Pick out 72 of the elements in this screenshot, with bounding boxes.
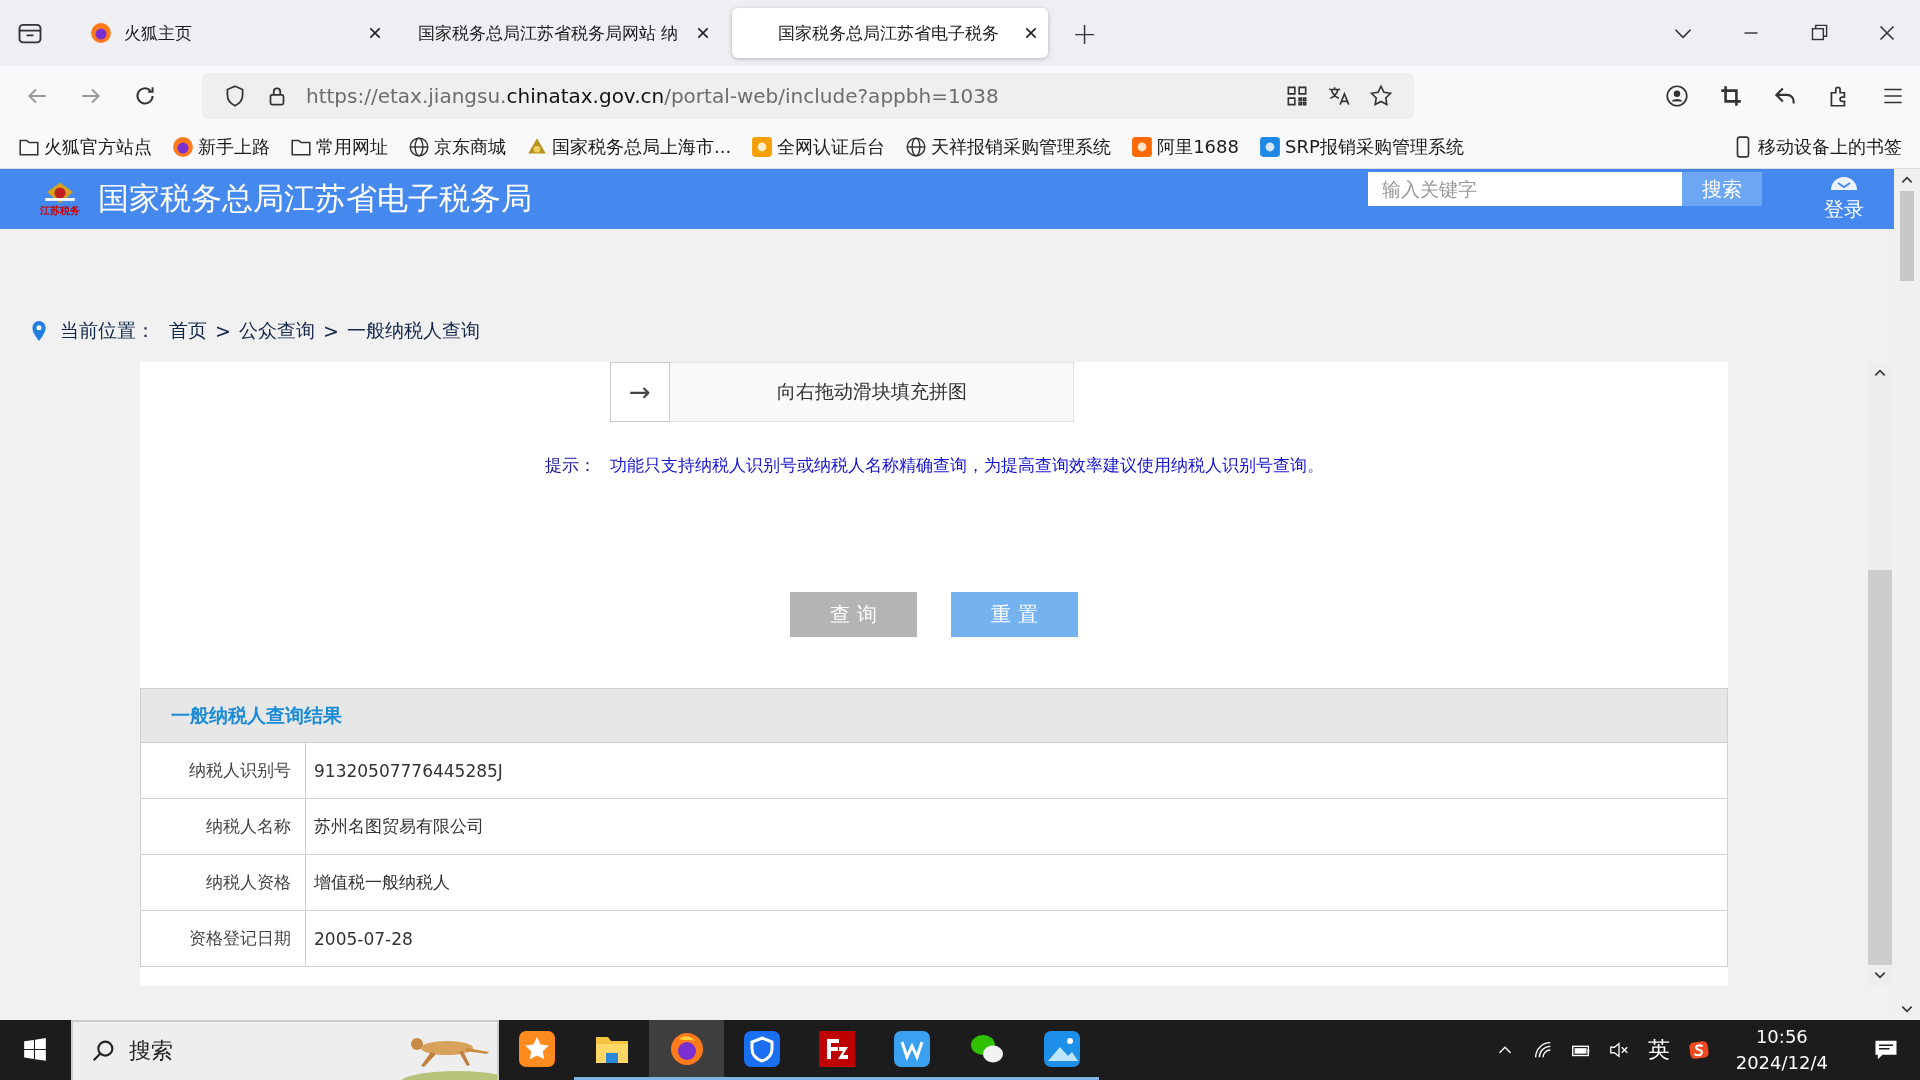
bookmark-item[interactable]: 阿里1688 xyxy=(1131,135,1239,159)
shield-icon xyxy=(743,1030,780,1067)
account-icon[interactable] xyxy=(1664,83,1690,109)
hint-text: 功能只支持纳税人识别号或纳税人名称精确查询，为提高查询效率建议使用纳税人识别号查询。 xyxy=(609,454,1324,477)
results-title: 一般纳税人查询结果 xyxy=(171,702,342,728)
table-cell: 纳税人识别号 xyxy=(141,743,306,798)
star-icon[interactable] xyxy=(1368,83,1394,109)
breadcrumb-separator: > xyxy=(215,320,231,342)
globe-icon xyxy=(905,136,928,158)
table-cell-text: 增值税一般纳税人 xyxy=(313,871,450,894)
bookmark-item[interactable]: 火狐官方站点 xyxy=(18,135,152,159)
bookmark-item[interactable]: 移动设备上的书签 xyxy=(1732,135,1902,159)
bookmark-item[interactable]: 新手上路 xyxy=(172,135,270,159)
breadcrumb-link[interactable]: 首页 xyxy=(169,318,207,344)
tab-title: 国家税务总局江苏省税务局网站 纳 xyxy=(418,21,680,45)
site-title: 国家税务总局江苏省电子税务局 xyxy=(98,179,532,218)
app-tile-icon xyxy=(1259,136,1281,158)
muted-speaker-icon[interactable] xyxy=(1607,1039,1630,1061)
url-text: https://etax.jiangsu.chinatax.gov.cn/portal-web/include?appbh=1038 xyxy=(306,84,999,108)
tab-title: 火狐主页 xyxy=(124,21,193,45)
search-placeholder: 搜索 xyxy=(129,1037,173,1065)
table-cell-text: 2005-07-28 xyxy=(313,927,413,951)
new-tab-button[interactable]: + xyxy=(1072,15,1098,51)
clock-date[interactable]: 2024/12/4 xyxy=(1735,1050,1828,1076)
filezilla-icon xyxy=(818,1030,855,1067)
address-bar[interactable]: https://etax.jiangsu.chinatax.gov.cn/portal-web/include?appbh=1038 xyxy=(202,73,1414,119)
bookmark-item[interactable]: 天祥报销采购管理系统 xyxy=(905,135,1112,159)
table-cell: 资格登记日期 xyxy=(141,911,306,966)
photos-icon xyxy=(1043,1030,1080,1067)
clock-time[interactable]: 10:56 xyxy=(1755,1024,1808,1050)
bookmark-item[interactable]: 国家税务总局上海市... xyxy=(526,135,732,159)
breadcrumb-link[interactable]: 公众查询 xyxy=(238,318,315,344)
firefox-icon xyxy=(90,22,112,44)
document-app-icon xyxy=(893,1030,930,1067)
breadcrumb-link[interactable]: 一般纳税人查询 xyxy=(346,318,480,344)
browser-tab[interactable]: 国家税务总局江苏省电子税务 xyxy=(732,8,1048,58)
firefox-icon xyxy=(668,1030,705,1067)
bookmark-item[interactable]: 常用网址 xyxy=(290,135,388,159)
tab-title: 国家税务总局江苏省电子税务 xyxy=(778,21,1000,45)
page-scrollbar[interactable] xyxy=(1894,169,1920,1020)
browser-tab[interactable]: 火狐主页 xyxy=(76,8,392,58)
bookmark-item[interactable]: 京东商城 xyxy=(408,135,506,159)
close-icon[interactable] xyxy=(696,26,710,40)
crop-icon[interactable] xyxy=(1718,83,1744,109)
globe-icon xyxy=(408,136,430,158)
taskbar-search-field[interactable]: 搜索 xyxy=(71,1020,499,1080)
input-method-indicator[interactable]: 英 xyxy=(1647,1035,1670,1065)
user-icon xyxy=(1829,175,1859,190)
location-pin-icon xyxy=(30,320,48,342)
scroll-thumb[interactable] xyxy=(1868,570,1892,965)
breadcrumb-label: 当前位置： xyxy=(60,318,155,343)
breadcrumb-separator: > xyxy=(322,320,339,342)
table-cell: 纳税人资格 xyxy=(141,855,306,910)
start-icon[interactable] xyxy=(22,1037,48,1063)
close-icon[interactable] xyxy=(1024,26,1038,40)
table-cell: 纳税人名称 xyxy=(141,799,306,854)
scroll-thumb[interactable] xyxy=(1900,191,1914,281)
captcha-prompt: 向右拖动滑块填充拼图 xyxy=(775,379,968,404)
search-field[interactable]: 输入关键字 xyxy=(1368,172,1682,206)
table-cell-text: 91320507776445285J xyxy=(313,759,503,783)
browser-tab[interactable]: 国家税务总局江苏省税务局网站 纳 xyxy=(404,8,720,58)
app-tile-icon xyxy=(751,136,774,158)
close-icon[interactable] xyxy=(368,26,382,40)
slider-handle[interactable]: → xyxy=(610,361,670,422)
app-tile-icon xyxy=(1131,136,1154,158)
logo-caption: 江苏税务 xyxy=(40,205,80,217)
bookmark-item[interactable]: SRP报销采购管理系统 xyxy=(1259,135,1464,159)
firefox-icon xyxy=(172,136,194,158)
hint-label: 提示： xyxy=(544,454,596,477)
table-cell-text: 苏州名图贸易有限公司 xyxy=(313,815,484,838)
bookmark-item[interactable]: 全网认证后台 xyxy=(751,135,886,159)
sogou-icon[interactable] xyxy=(1687,1039,1710,1061)
